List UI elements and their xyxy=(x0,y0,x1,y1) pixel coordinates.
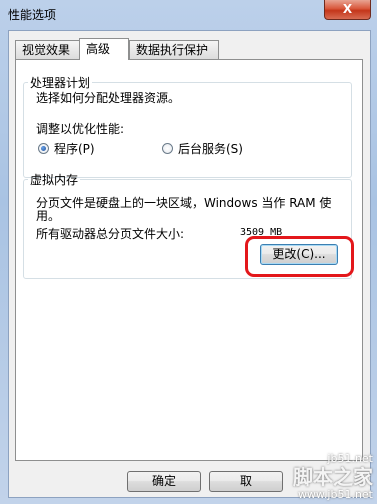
tab-label: 高级 xyxy=(86,42,111,56)
red-highlight-annotation xyxy=(245,236,354,277)
tab-label: 数据执行保护 xyxy=(136,43,209,57)
window-title: 性能选项 xyxy=(8,8,57,22)
radio-unselected-icon xyxy=(162,143,173,154)
radio-background-services[interactable]: 后台服务(S) xyxy=(162,140,243,157)
radio-selected-icon xyxy=(38,143,49,154)
radio-programs[interactable]: 程序(P) xyxy=(38,140,95,157)
ok-button[interactable]: 确定 xyxy=(127,471,201,492)
virtual-memory-description-line1: 分页文件是硬盘上的一块区域，Windows 当作 RAM 使 xyxy=(36,196,332,210)
watermark-site: jb51.net xyxy=(327,452,373,465)
close-button[interactable]: X xyxy=(324,0,371,20)
tab-label: 视觉效果 xyxy=(22,43,71,57)
tab-advanced[interactable]: 高级 xyxy=(79,38,129,60)
close-icon: X xyxy=(342,2,353,16)
total-paging-file-label: 所有驱动器总分页文件大小: xyxy=(36,227,185,241)
radio-background-services-label: 后台服务(S) xyxy=(178,142,243,156)
dialog-window: 性能选项 X 视觉效果 高级 数据执行保护 处理器计划 选择如何分配处理器资源。… xyxy=(0,0,377,504)
adjust-performance-label: 调整以优化性能: xyxy=(36,122,125,136)
tab-data-execution-prevention[interactable]: 数据执行保护 xyxy=(129,40,219,59)
virtual-memory-legend: 虚拟内存 xyxy=(30,173,79,187)
virtual-memory-description-line2: 用。 xyxy=(36,209,61,223)
watermark-brand: 脚本之家 xyxy=(293,465,373,489)
radio-programs-label: 程序(P) xyxy=(54,142,95,156)
tab-visual-effects[interactable]: 视觉效果 xyxy=(15,40,81,59)
processor-description: 选择如何分配处理器资源。 xyxy=(36,91,181,105)
watermark-url: www.jb51.net xyxy=(297,488,373,501)
site-watermark: jb51.net 脚本之家 www.jb51.net xyxy=(293,452,373,502)
title-bar: 性能选项 X xyxy=(0,0,377,30)
cancel-button[interactable]: 取 xyxy=(209,471,283,492)
